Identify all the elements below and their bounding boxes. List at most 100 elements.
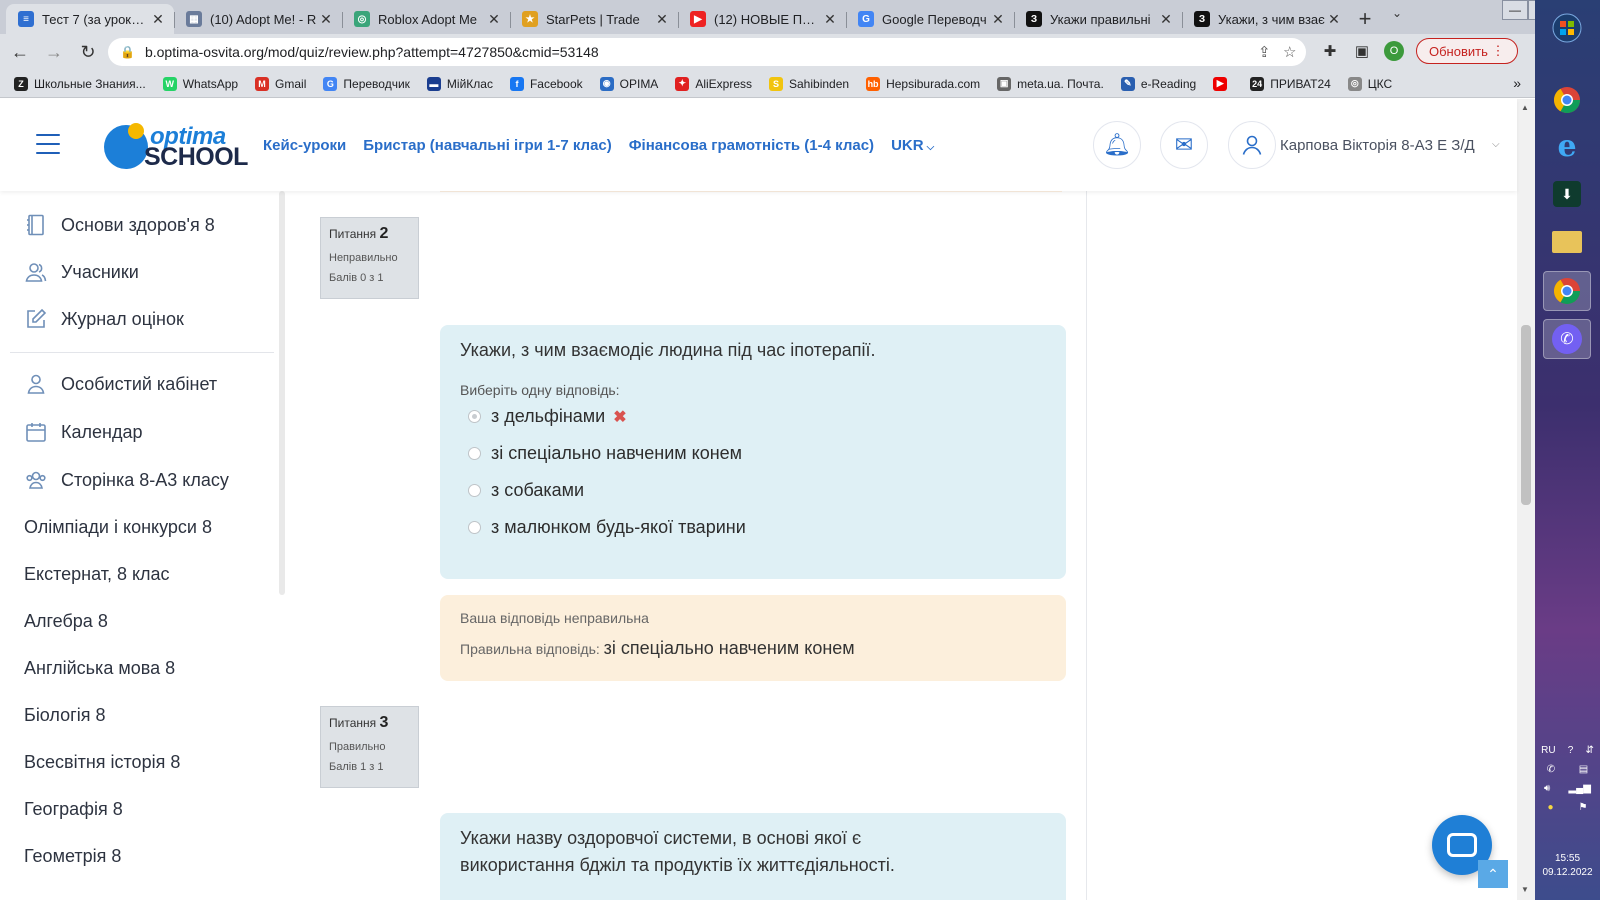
sidebar-item-participants[interactable]: Учасники — [24, 260, 139, 284]
bookmark-item[interactable]: ▶ — [1213, 76, 1233, 91]
sidebar-item-world-history[interactable]: Всесвітня історія 8 — [24, 752, 180, 773]
sidebar-item-calendar[interactable]: Календар — [24, 420, 142, 444]
internet-explorer-icon[interactable]: e — [1543, 126, 1591, 166]
browser-tab[interactable]: З Укажи правильні ✕ — [1014, 4, 1182, 34]
browser-tab[interactable]: G Google Переводч ✕ — [846, 4, 1014, 34]
viber-tray-icon[interactable]: ✆ — [1547, 764, 1555, 775]
sidebar-item-personal-cabinet[interactable]: Особистий кабінет — [24, 372, 217, 396]
user-avatar-icon[interactable] — [1228, 121, 1276, 169]
bookmark-item[interactable]: ▣ meta.ua. Почта. — [997, 76, 1104, 91]
bookmark-item[interactable]: hb Hepsiburada.com — [866, 76, 980, 91]
browser-tab[interactable]: ★ StarPets | Trade ✕ — [510, 4, 678, 34]
taskbar-clock[interactable]: 15:55 09.12.2022 — [1535, 852, 1600, 880]
tab-search-icon[interactable]: ⌄ — [1392, 6, 1402, 20]
sidebar-item-externat[interactable]: Екстернат, 8 клас — [24, 564, 170, 585]
close-tab-icon[interactable]: ✕ — [990, 11, 1006, 28]
close-tab-icon[interactable]: ✕ — [654, 11, 670, 28]
edit-icon — [24, 307, 48, 331]
browser-tab[interactable]: ▦ (10) Adopt Me! - R ✕ — [174, 4, 342, 34]
bookmark-item[interactable]: W WhatsApp — [162, 76, 238, 91]
sidebar-item-class-page[interactable]: Сторінка 8-А3 класу — [24, 468, 229, 492]
menu-icon[interactable] — [36, 134, 60, 161]
scroll-up-icon[interactable]: ▲ — [1521, 103, 1529, 112]
bookmark-label: AliExpress — [695, 76, 752, 91]
bookmark-star-icon[interactable]: ☆ — [1283, 43, 1296, 61]
file-explorer-icon[interactable] — [1543, 222, 1591, 262]
page-scrollbar[interactable]: ▲ ▼ — [1517, 99, 1535, 900]
nav-case-lessons[interactable]: Кейс-уроки — [263, 137, 346, 154]
sidebar-item-geography[interactable]: Географія 8 — [24, 799, 123, 820]
bookmark-item[interactable]: Z Школьные Знания... — [14, 76, 146, 91]
bookmark-item[interactable]: ✦ AliExpress — [675, 76, 752, 91]
bookmark-item[interactable]: G Переводчик — [323, 76, 410, 91]
close-tab-icon[interactable]: ✕ — [318, 11, 334, 28]
radio-unselected — [468, 521, 481, 534]
browser-tab[interactable]: ◎ Roblox Adopt Me ✕ — [342, 4, 510, 34]
sidebar-item-olympiads[interactable]: Олімпіади і конкурси 8 — [24, 517, 212, 538]
update-button[interactable]: Обновить ⋮ — [1416, 38, 1518, 64]
side-panel-icon[interactable]: ▣ — [1352, 41, 1372, 61]
nav-brystar[interactable]: Бристар (навчальні ігри 1-7 клас) — [363, 137, 611, 154]
sidebar-item-biology[interactable]: Біологія 8 — [24, 705, 105, 726]
nav-financial-literacy[interactable]: Фінансова грамотність (1-4 клас) — [629, 137, 874, 154]
help-icon[interactable]: ? — [1568, 745, 1574, 756]
bookmark-item[interactable]: f Facebook — [509, 76, 583, 91]
tray-row: ✆ ▤ — [1535, 764, 1600, 775]
bookmark-item[interactable]: ✎ e-Reading — [1120, 76, 1196, 91]
close-tab-icon[interactable]: ✕ — [150, 11, 166, 28]
language-indicator[interactable]: RU — [1541, 745, 1555, 756]
scroll-thumb[interactable] — [1521, 325, 1531, 505]
messages-icon[interactable]: ✉︎ — [1160, 121, 1208, 169]
sidebar-item-english[interactable]: Англійська мова 8 — [24, 658, 175, 679]
back-icon[interactable]: ← — [6, 38, 34, 66]
scroll-to-top-button[interactable]: ⌃ — [1478, 860, 1508, 888]
network-icon[interactable]: ▂▄▆ — [1568, 783, 1590, 794]
bookmark-favicon-icon: ◉ — [599, 76, 614, 91]
chrome-taskbar-icon[interactable] — [1543, 80, 1591, 120]
sidebar-scrollbar[interactable] — [279, 191, 285, 595]
lock-icon[interactable]: 🔒 — [120, 45, 135, 59]
close-tab-icon[interactable]: ✕ — [822, 11, 838, 28]
clipboard-tray-icon[interactable]: ▤ — [1579, 764, 1588, 775]
bookmark-item[interactable]: M Gmail — [255, 76, 306, 91]
profile-avatar[interactable]: O — [1384, 41, 1404, 61]
action-center-flag-icon[interactable]: ⚑ — [1579, 802, 1588, 813]
scroll-down-icon[interactable]: ▼ — [1521, 885, 1529, 894]
bookmark-item[interactable]: ▬ МійКлас — [426, 76, 493, 91]
sidebar-item-label: Географія 8 — [24, 799, 123, 819]
sidebar-item-algebra[interactable]: Алгебра 8 — [24, 611, 108, 632]
browser-tab[interactable]: ≡ Тест 7 (за уроками ✕ — [6, 4, 174, 34]
language-selector[interactable]: UKR ⌵ — [891, 137, 934, 154]
minimize-icon[interactable]: — — [1502, 0, 1528, 20]
forward-icon[interactable]: → — [40, 38, 68, 66]
optima-school-logo[interactable]: optima SCHOOL — [104, 123, 248, 171]
bookmark-item[interactable]: 24 ПРИВАТ24 — [1250, 76, 1331, 91]
update-tray-icon[interactable]: ● — [1547, 802, 1553, 813]
viber-taskbar-icon[interactable]: ✆ — [1543, 319, 1591, 359]
sidebar-item-geometry[interactable]: Геометрія 8 — [24, 846, 121, 867]
user-name[interactable]: Карпова Вікторія 8-А3 Е З/Д — [1280, 137, 1475, 154]
app-download-icon[interactable]: ⬇ — [1543, 174, 1591, 214]
tray-expand-icon[interactable]: ⇵ — [1585, 745, 1593, 756]
close-tab-icon[interactable]: ✕ — [1158, 11, 1174, 28]
close-tab-icon[interactable]: ✕ — [486, 11, 502, 28]
sidebar-item-gradebook[interactable]: Журнал оцінок — [24, 307, 184, 331]
close-tab-icon[interactable]: ✕ — [1326, 11, 1342, 28]
more-bookmarks-icon[interactable]: » — [1513, 75, 1521, 91]
start-button[interactable] — [1543, 8, 1591, 48]
reload-icon[interactable]: ↻ — [74, 38, 102, 66]
browser-tab[interactable]: З Укажи, з чим взає ✕ — [1182, 4, 1350, 34]
bookmark-item[interactable]: ◎ ЦКС — [1347, 76, 1392, 91]
user-menu-chevron-icon[interactable]: ⌵ — [1492, 139, 1500, 150]
bookmark-item[interactable]: S Sahibinden — [769, 76, 849, 91]
volume-icon[interactable]: 🔊︎ — [1544, 783, 1550, 794]
chrome-active-taskbar-icon[interactable] — [1543, 271, 1591, 311]
notifications-bell-icon[interactable]: 🔔︎ — [1093, 121, 1141, 169]
bookmark-item[interactable]: ◉ OPIMA — [599, 76, 658, 91]
share-icon[interactable]: ⇪ — [1258, 43, 1271, 61]
browser-tab[interactable]: ▶ (12) НОВЫЕ ПИТО ✕ — [678, 4, 846, 34]
new-tab-button[interactable]: + — [1350, 4, 1380, 34]
sidebar-item-course[interactable]: Основи здоров'я 8 — [24, 213, 215, 237]
address-bar[interactable]: 🔒 b.optima-osvita.org/mod/quiz/review.ph… — [108, 38, 1306, 66]
extensions-icon[interactable]: ✚ — [1320, 41, 1340, 61]
